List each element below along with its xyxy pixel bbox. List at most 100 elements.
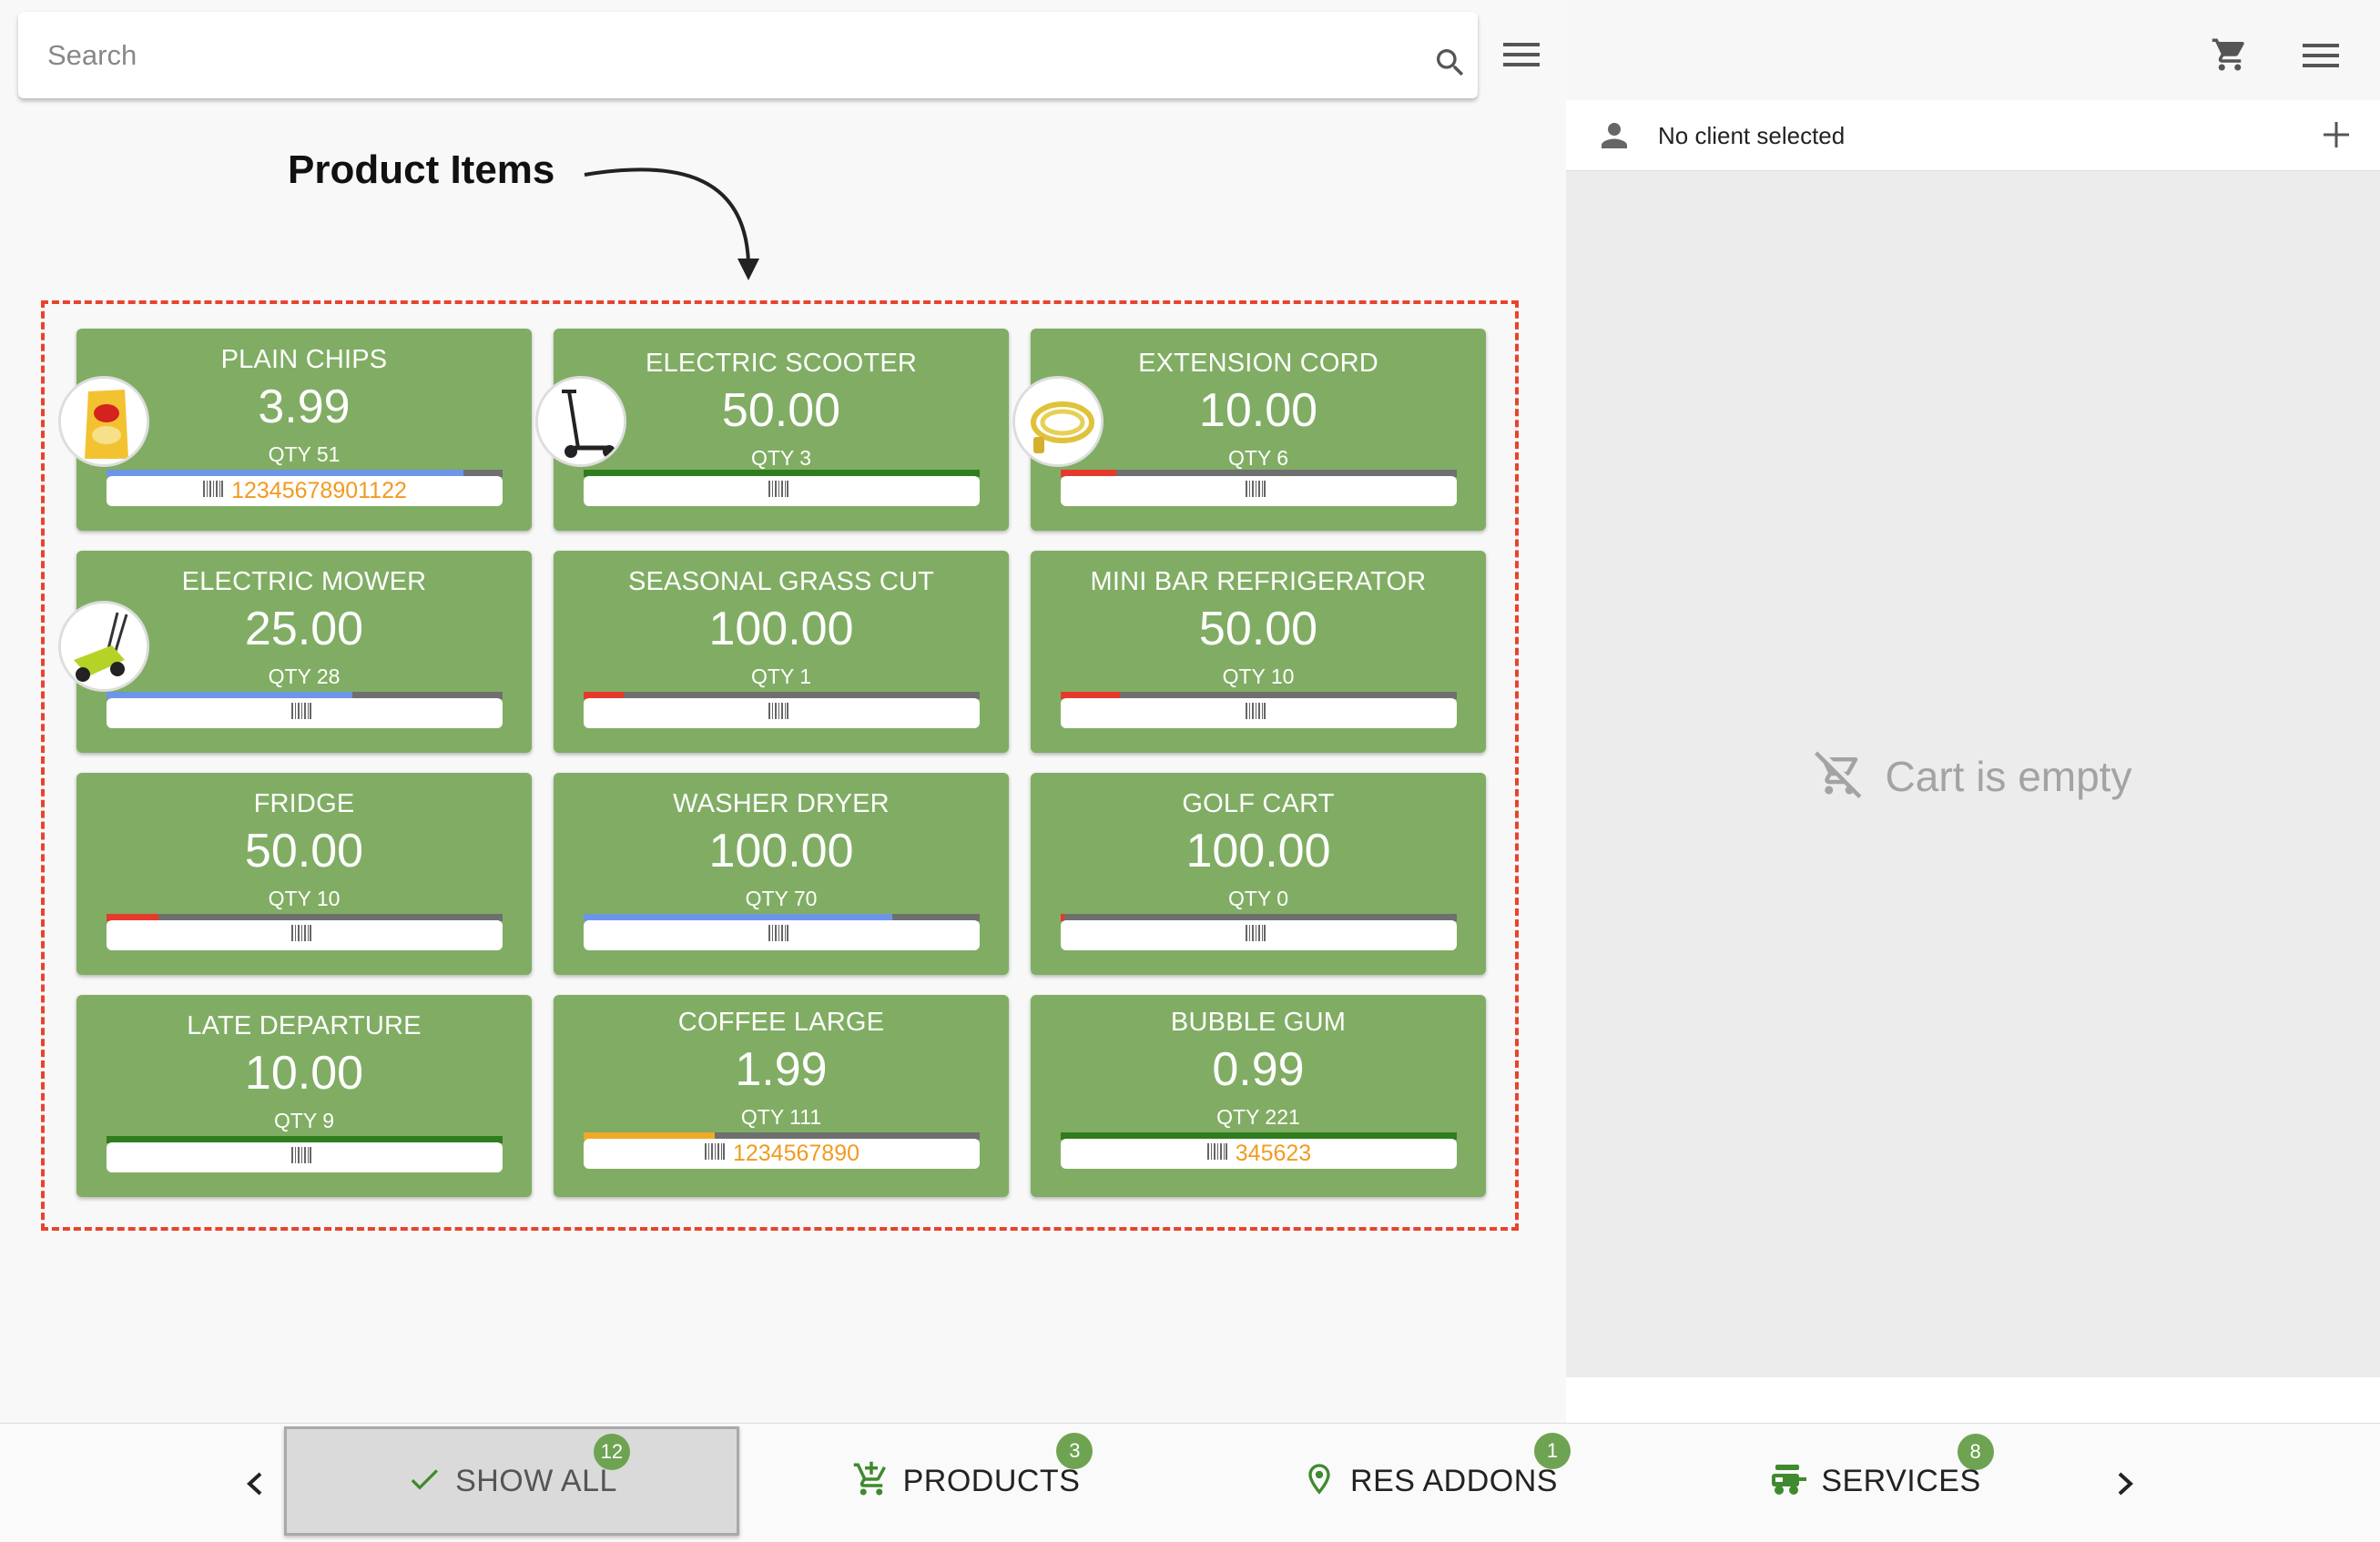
product-price: 0.99 (1212, 1043, 1305, 1096)
services-icon (1770, 1461, 1808, 1502)
cord-image (1012, 376, 1104, 467)
cart-footer (1566, 1377, 2380, 1423)
product-name: ELECTRIC MOWER (181, 567, 427, 596)
barcode-icon (290, 922, 312, 949)
product-card[interactable]: SEASONAL GRASS CUT 100.00 QTY 1 (554, 551, 1009, 753)
barcode-field (1061, 920, 1457, 950)
cart-menu-icon[interactable] (2303, 42, 2339, 74)
barcode-icon (768, 922, 789, 949)
scooter-image (535, 376, 626, 467)
barcode-field (107, 698, 503, 728)
barcode-icon (1206, 1141, 1228, 1167)
count-badge: 12 (593, 1433, 630, 1470)
check-icon (406, 1461, 442, 1502)
search-input[interactable] (47, 28, 1368, 83)
product-qty: QTY 9 (273, 1109, 335, 1132)
category-tab-bar: SHOW ALL 12 PRODUCTS 3 RES ADDONS 1 SERV… (0, 1423, 2380, 1542)
product-qty: QTY 0 (1227, 887, 1289, 910)
location-pin-icon (1301, 1460, 1337, 1503)
annotation-label: Product Items (288, 147, 555, 192)
barcode-icon (768, 478, 789, 504)
shopping-cart-icon[interactable] (2210, 36, 2250, 78)
cart-off-icon (1814, 749, 1864, 803)
product-qty: QTY 28 (268, 664, 341, 688)
search-icon[interactable] (1432, 45, 1469, 86)
chevron-left-icon[interactable] (244, 1470, 266, 1502)
barcode-field (584, 920, 980, 950)
product-card[interactable]: MINI BAR REFRIGERATOR 50.00 QTY 10 (1031, 551, 1486, 753)
cart-empty-state: Cart is empty (1566, 749, 2380, 803)
tab-label: PRODUCTS (902, 1463, 1081, 1498)
product-card[interactable]: ELECTRIC MOWER 25.00 QTY 28 (58, 551, 532, 753)
count-badge: 8 (1957, 1433, 1994, 1470)
barcode-icon (1245, 922, 1266, 949)
tab-show-all[interactable]: SHOW ALL 12 (284, 1426, 739, 1536)
product-card[interactable]: WASHER DRYER 100.00 QTY 70 (554, 773, 1009, 975)
product-card[interactable]: ELECTRIC SCOOTER 50.00 QTY 3 (535, 329, 1009, 531)
product-price: 1.99 (735, 1043, 828, 1096)
product-name: BUBBLE GUM (1170, 1008, 1347, 1037)
product-name: MINI BAR REFRIGERATOR (1090, 567, 1427, 596)
barcode-icon (1245, 478, 1266, 504)
barcode-field (107, 920, 503, 950)
product-card[interactable]: GOLF CART 100.00 QTY 0 (1031, 773, 1486, 975)
tab-label: RES ADDONS (1350, 1463, 1558, 1498)
barcode-field: 12345678901122 (107, 476, 503, 506)
barcode-icon (290, 700, 312, 726)
product-name: SEASONAL GRASS CUT (627, 567, 935, 596)
tab-label: SHOW ALL (455, 1463, 617, 1498)
chevron-right-icon[interactable] (2114, 1470, 2136, 1502)
cart-empty-label: Cart is empty (1885, 752, 2132, 800)
tab-services[interactable]: SERVICES 8 (1648, 1426, 2103, 1536)
menu-icon[interactable] (1503, 41, 1540, 73)
product-card[interactable]: LATE DEPARTURE 10.00 QTY 9 (76, 995, 532, 1197)
barcode-field (107, 1142, 503, 1172)
cart-area: Cart is empty (1566, 171, 2380, 1377)
arrow-icon (574, 155, 765, 296)
barcode-icon (704, 1141, 726, 1167)
product-price: 100.00 (1185, 825, 1331, 878)
product-price: 100.00 (708, 603, 854, 655)
product-name: FRIDGE (253, 789, 355, 818)
product-qty: QTY 221 (1216, 1105, 1300, 1129)
product-card[interactable]: FRIDGE 50.00 QTY 10 (76, 773, 532, 975)
cart-header (1566, 0, 2380, 100)
product-price: 50.00 (244, 825, 364, 878)
barcode-field: 1234567890 (584, 1139, 980, 1169)
product-qty: QTY 70 (745, 887, 818, 910)
barcode-field (1061, 698, 1457, 728)
product-card[interactable]: PLAIN CHIPS 3.99 QTY 51 12345678901122 (58, 329, 532, 531)
product-price: 50.00 (1198, 603, 1318, 655)
product-qty: QTY 1 (750, 664, 812, 688)
tab-label: SERVICES (1821, 1463, 1981, 1498)
tab-res-addons[interactable]: RES ADDONS 1 (1202, 1426, 1657, 1536)
barcode-field: 345623 (1061, 1139, 1457, 1169)
barcode-field (1061, 476, 1457, 506)
product-name: GOLF CART (1182, 789, 1335, 818)
barcode-value: 345623 (1235, 1141, 1312, 1166)
add-client-button[interactable] (2320, 118, 2353, 156)
product-qty: QTY 51 (268, 442, 341, 466)
tab-products[interactable]: PRODUCTS 3 (738, 1426, 1194, 1536)
product-name: WASHER DRYER (673, 789, 890, 818)
product-qty: QTY 6 (1227, 446, 1289, 470)
barcode-field (584, 476, 980, 506)
person-icon (1595, 117, 1633, 159)
count-badge: 3 (1056, 1432, 1093, 1469)
barcode-icon (202, 478, 224, 504)
client-selector[interactable]: No client selected (1566, 100, 2380, 171)
product-name: EXTENSION CORD (1138, 349, 1378, 378)
product-name: PLAIN CHIPS (220, 345, 388, 374)
product-name: COFFEE LARGE (677, 1008, 885, 1037)
product-card[interactable]: EXTENSION CORD 10.00 QTY 6 (1012, 329, 1486, 531)
cart-add-icon (852, 1460, 890, 1503)
product-name: ELECTRIC SCOOTER (645, 349, 918, 378)
count-badge: 1 (1533, 1432, 1571, 1469)
product-price: 100.00 (708, 825, 854, 878)
product-panel: Product Items PLAIN CHIPS3.99QTY 5112345… (0, 0, 1566, 1423)
product-card[interactable]: COFFEE LARGE 1.99 QTY 111 1234567890 (554, 995, 1009, 1197)
product-qty: QTY 111 (740, 1105, 822, 1129)
barcode-icon (1245, 700, 1266, 726)
barcode-field (584, 698, 980, 728)
product-card[interactable]: BUBBLE GUM 0.99 QTY 221 345623 (1031, 995, 1486, 1197)
